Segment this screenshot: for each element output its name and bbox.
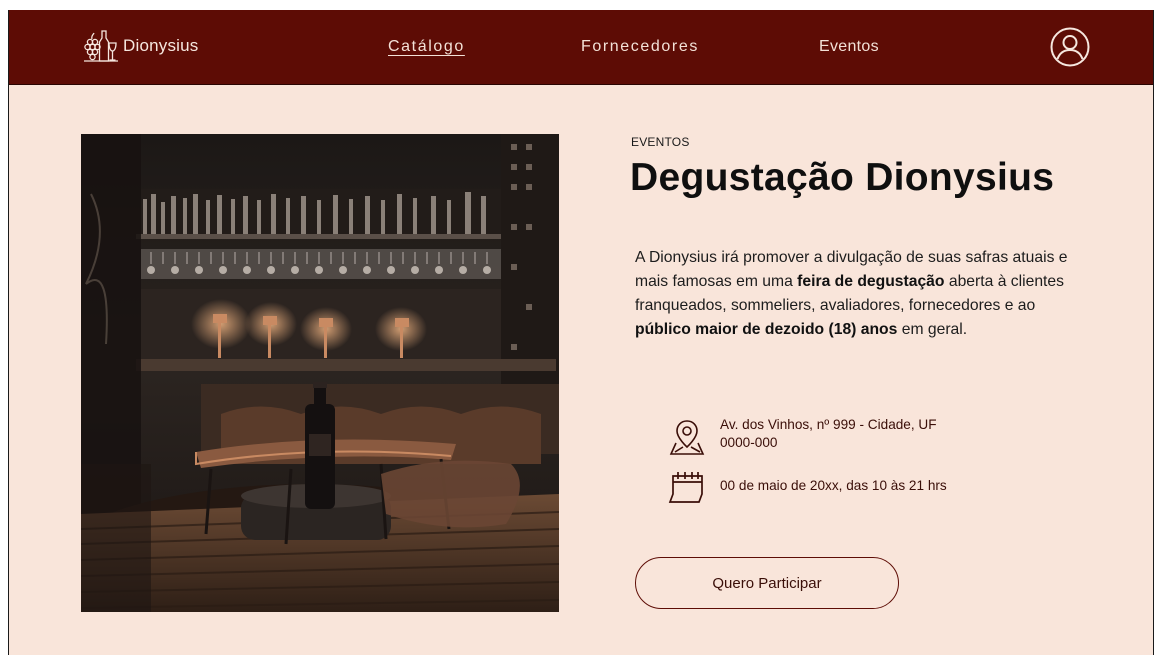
date-text: 00 de maio de 20xx, das 10 às 21 hrs	[720, 478, 947, 493]
address-line-1: Av. dos Vinhos, nº 999 - Cidade, UF	[720, 417, 937, 432]
event-title: Degustação Dionysius	[630, 156, 1055, 199]
event-description: A Dionysius irá promover a divulgação de…	[635, 246, 1075, 342]
description-text: em geral.	[897, 321, 968, 338]
user-profile-icon	[1050, 27, 1090, 67]
top-navbar: Dionysius Catálogo Fornecedores Eventos	[9, 10, 1153, 85]
event-photo	[81, 134, 559, 612]
event-category: EVENTOS	[631, 135, 690, 149]
brand-logo[interactable]: Dionysius	[81, 27, 199, 65]
brand-name: Dionysius	[123, 36, 199, 55]
wine-grape-logo-icon	[84, 30, 118, 62]
event-date: 00 de maio de 20xx, das 10 às 21 hrs	[667, 468, 947, 508]
address-line-2: 0000-000	[720, 435, 778, 450]
page: Dionysius Catálogo Fornecedores Eventos	[9, 10, 1153, 655]
nav-link-catalogo[interactable]: Catálogo	[388, 38, 465, 56]
restaurant-wine-photo	[81, 134, 559, 612]
frame-border	[1153, 10, 1154, 655]
nav-link-eventos[interactable]: Eventos	[819, 38, 879, 56]
description-highlight: feira de degustação	[797, 273, 945, 290]
map-pin-icon	[669, 420, 705, 455]
nav-link-fornecedores[interactable]: Fornecedores	[581, 38, 699, 56]
user-profile-button[interactable]	[1049, 26, 1091, 68]
join-event-button[interactable]: Quero Participar	[635, 557, 899, 609]
event-address: Av. dos Vinhos, nº 999 - Cidade, UF 0000…	[667, 416, 937, 456]
calendar-icon	[668, 472, 703, 503]
description-highlight: público maior de dezoido (18) anos	[635, 321, 898, 338]
